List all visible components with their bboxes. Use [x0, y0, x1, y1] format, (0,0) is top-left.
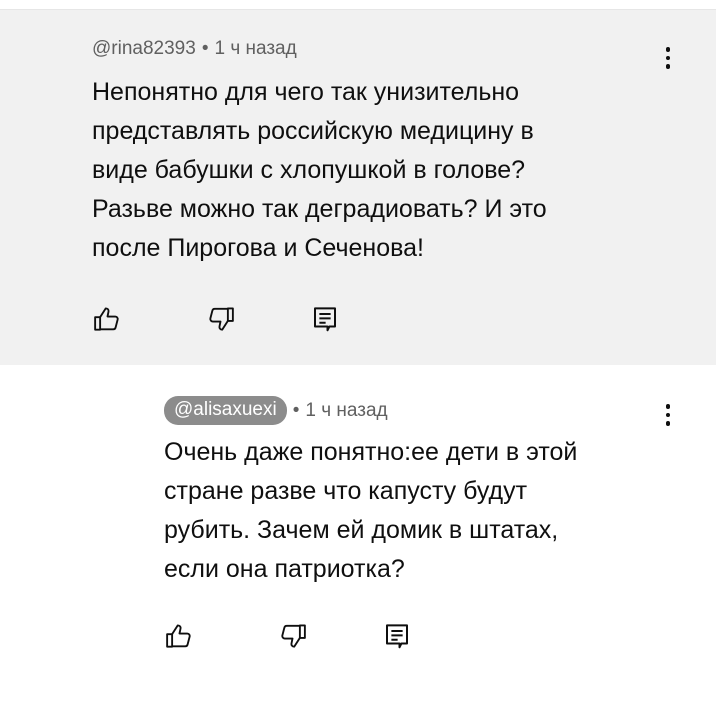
- comment-text: Непонятно для чего так унизительно предс…: [92, 78, 547, 262]
- comments-screen: @rina82393 • 1 ч назад Непонятно для чег…: [0, 0, 716, 706]
- comment-timestamp: 1 ч назад: [214, 38, 297, 59]
- reply-timestamp: 1 ч назад: [305, 399, 388, 421]
- like-icon[interactable]: [91, 303, 123, 335]
- reply-text: Очень даже понятно:ее дети в этой стране…: [164, 438, 578, 583]
- more-vert-icon[interactable]: [656, 43, 680, 73]
- comment-actions: [91, 303, 341, 335]
- reply-meta: @alisaxuexi • 1 ч назад: [164, 396, 388, 425]
- dislike-icon[interactable]: [277, 620, 309, 652]
- reply-icon[interactable]: [309, 303, 341, 335]
- meta-separator: •: [201, 38, 209, 59]
- comment-author[interactable]: @rina82393: [92, 38, 196, 60]
- comment-meta: @rina82393 • 1 ч назад: [92, 38, 297, 60]
- reply-actions: [163, 620, 413, 652]
- dislike-icon[interactable]: [205, 303, 237, 335]
- reply-author-chip[interactable]: @alisaxuexi: [164, 396, 287, 425]
- meta-separator: •: [292, 399, 300, 421]
- reply-icon[interactable]: [381, 620, 413, 652]
- top-divider: [0, 0, 716, 10]
- like-icon[interactable]: [163, 620, 195, 652]
- more-vert-icon[interactable]: [656, 400, 680, 430]
